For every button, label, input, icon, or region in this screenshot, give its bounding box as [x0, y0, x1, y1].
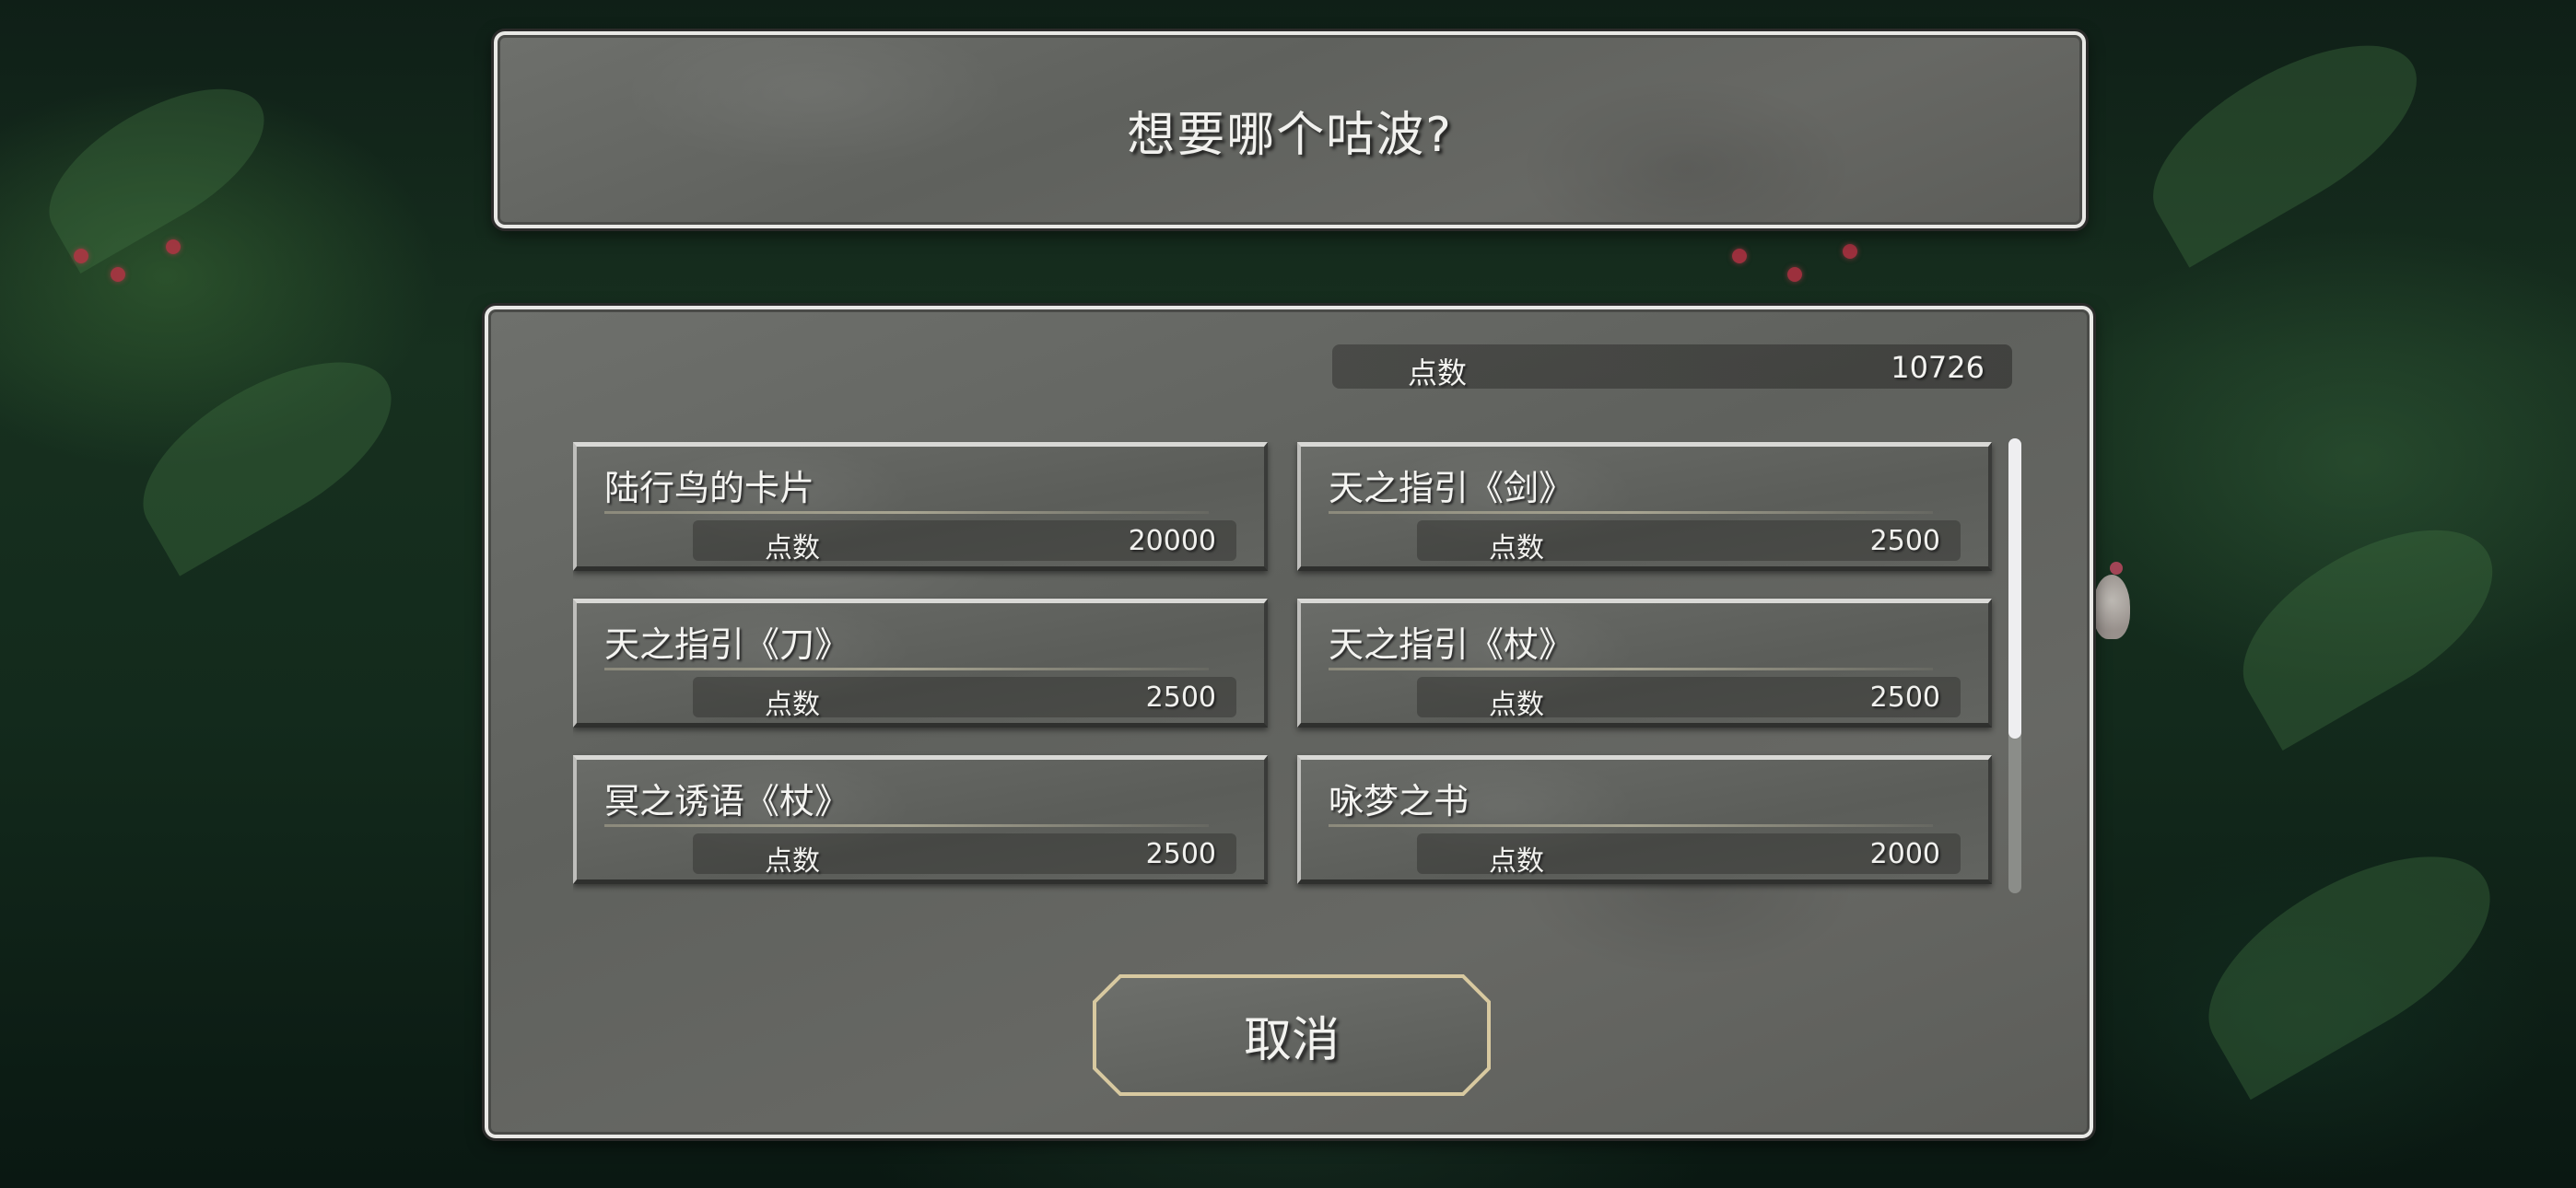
list-item[interactable]: 天之指引《剑》 点数 2500 — [1297, 442, 1992, 571]
points-label: 点数 — [1408, 355, 1468, 390]
foliage — [2176, 815, 2523, 1101]
divider — [604, 668, 1209, 670]
flower — [1843, 244, 1857, 259]
points-value: 10726 — [1891, 350, 1985, 385]
item-cost-label: 点数 — [1489, 532, 1544, 565]
list-item[interactable]: 陆行鸟的卡片 点数 20000 — [573, 442, 1268, 571]
divider — [1329, 824, 1933, 827]
question-text: 想要哪个咕波? — [1127, 107, 1453, 163]
item-cost-label: 点数 — [765, 689, 820, 721]
flower — [1787, 267, 1802, 282]
moogle-character — [2093, 575, 2130, 639]
points-display: 点数 10726 — [1332, 344, 2012, 390]
list-item[interactable]: 天之指引《杖》 点数 2500 — [1297, 599, 1992, 728]
cancel-button[interactable]: 取消 — [1093, 974, 1491, 1096]
item-cost-label: 点数 — [765, 845, 820, 878]
divider — [604, 511, 1209, 514]
foliage — [2213, 493, 2523, 751]
scrollbar-thumb[interactable] — [2008, 438, 2021, 739]
divider — [604, 824, 1209, 827]
foliage — [115, 326, 419, 577]
list-item[interactable]: 天之指引《刀》 点数 2500 — [573, 599, 1268, 728]
flower — [74, 249, 88, 263]
flower — [111, 267, 125, 282]
flower — [1732, 249, 1747, 263]
divider — [1329, 511, 1933, 514]
exchange-panel: 点数 10726 陆行鸟的卡片 点数 20000 天之指引《剑》 点数 2500… — [485, 306, 2093, 1138]
foliage — [25, 58, 288, 274]
item-cost-value: 2500 — [1145, 838, 1216, 870]
item-name: 天之指引《剑》 — [1329, 468, 1575, 508]
foliage — [2125, 8, 2445, 268]
item-name: 天之指引《杖》 — [1329, 624, 1575, 665]
item-cost-value: 2500 — [1145, 681, 1216, 714]
item-name: 陆行鸟的卡片 — [604, 468, 815, 508]
scrollbar[interactable] — [2008, 438, 2021, 893]
item-cost-label: 点数 — [765, 532, 820, 565]
item-name: 冥之诱语《杖》 — [604, 781, 850, 821]
item-cost-label: 点数 — [1489, 845, 1544, 878]
item-name: 天之指引《刀》 — [604, 624, 850, 665]
divider — [1329, 668, 1933, 670]
item-cost: 点数 2000 — [1417, 833, 1961, 878]
item-name: 咏梦之书 — [1329, 781, 1469, 821]
item-cost: 点数 20000 — [693, 520, 1236, 565]
item-cost: 点数 2500 — [693, 677, 1236, 721]
item-cost-value: 2500 — [1869, 525, 1940, 557]
moogle-pom — [2110, 562, 2123, 575]
item-list[interactable]: 陆行鸟的卡片 点数 20000 天之指引《剑》 点数 2500 天之指引《刀》 … — [573, 442, 2020, 893]
question-dialog: 想要哪个咕波? — [494, 31, 2086, 228]
item-cost: 点数 2500 — [693, 833, 1236, 878]
item-cost: 点数 2500 — [1417, 677, 1961, 721]
item-cost-value: 2500 — [1869, 681, 1940, 714]
item-cost-value: 20000 — [1128, 525, 1216, 557]
item-cost: 点数 2500 — [1417, 520, 1961, 565]
list-item[interactable]: 咏梦之书 点数 2000 — [1297, 755, 1992, 884]
list-item[interactable]: 冥之诱语《杖》 点数 2500 — [573, 755, 1268, 884]
item-cost-value: 2000 — [1869, 838, 1940, 870]
flower — [166, 239, 181, 254]
item-cost-label: 点数 — [1489, 689, 1544, 721]
